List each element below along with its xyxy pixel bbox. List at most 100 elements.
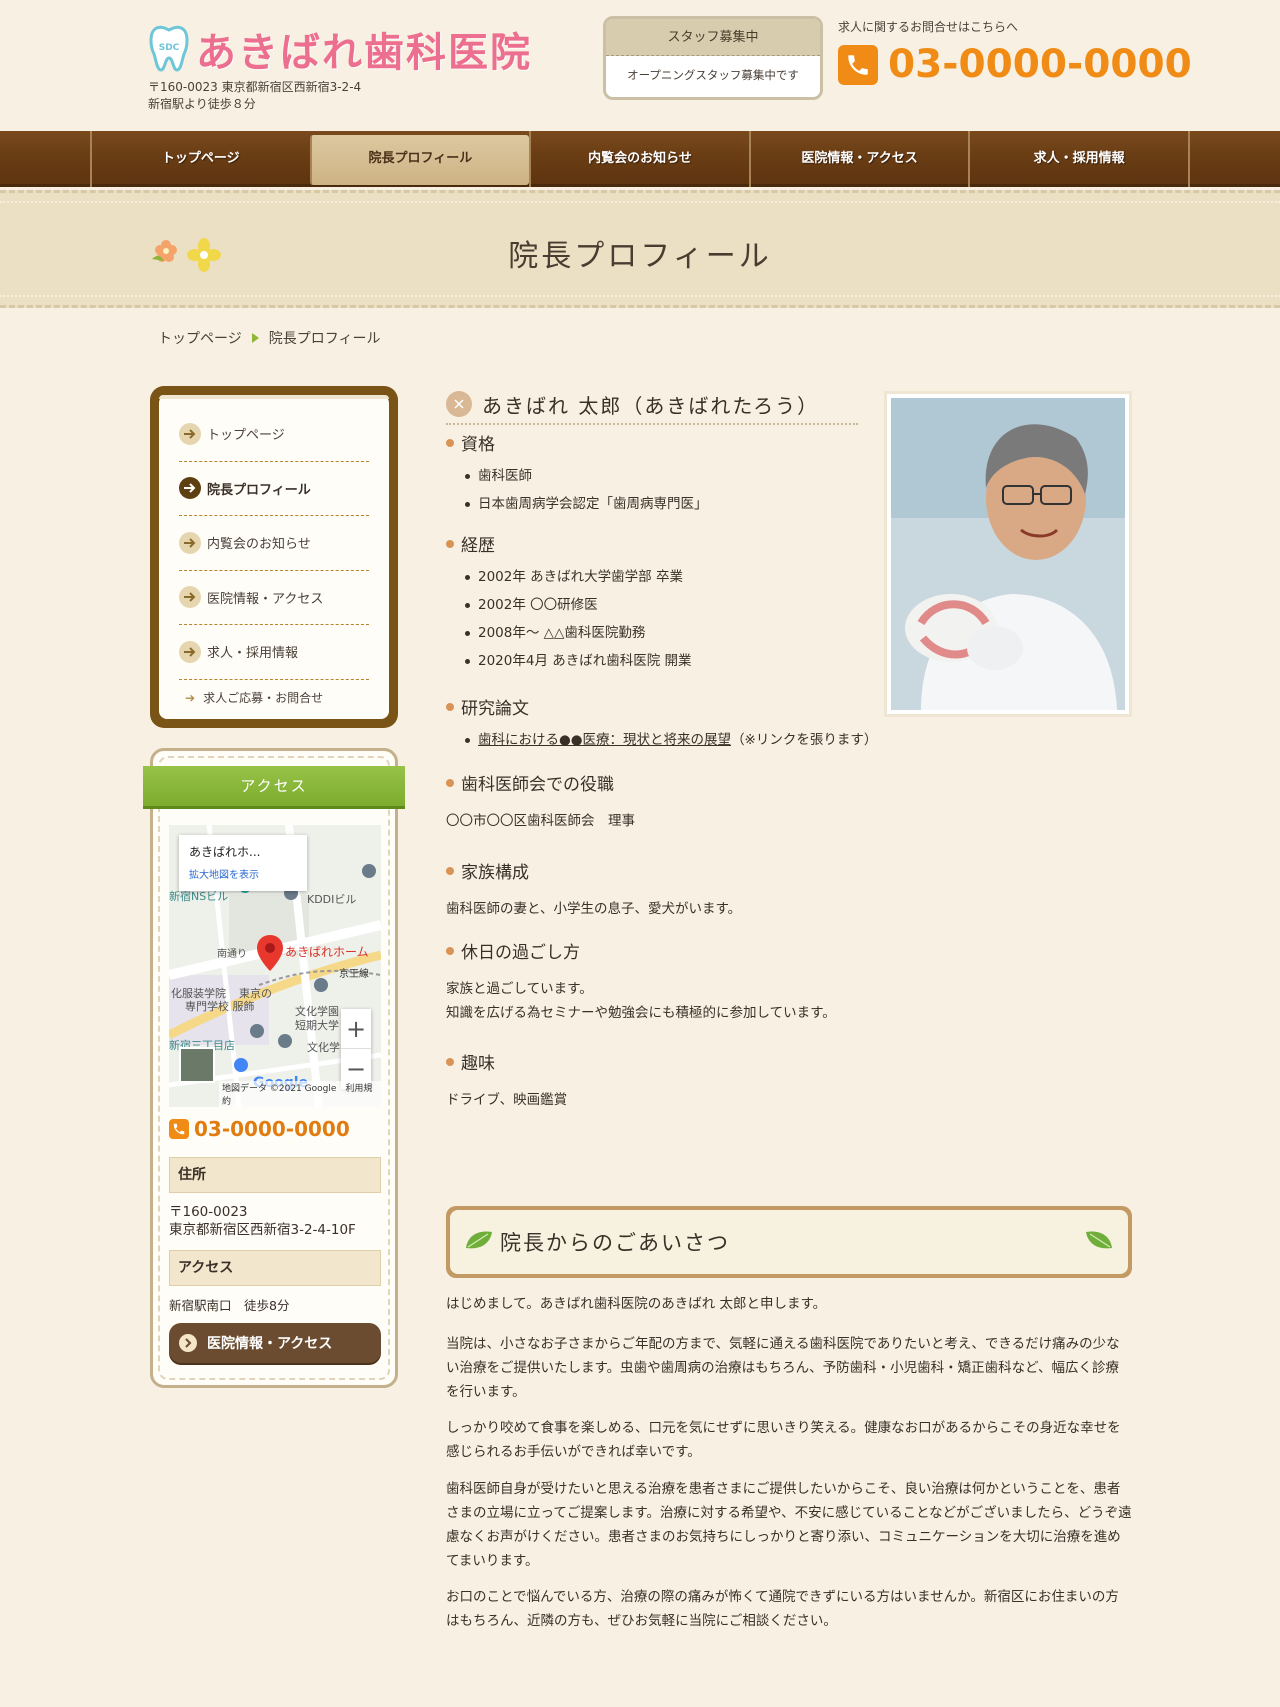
address-line-1: 〒160-0023 東京都新宿区西新宿3-2-4 [148, 80, 362, 94]
list-item: 2020年4月 あきばれ歯科医院 開業 [446, 647, 692, 675]
paper-note: （※リンクを張ります） [731, 732, 878, 748]
small-arrow-icon: ➔ [185, 690, 196, 705]
tooth-logo-icon: SDC [149, 25, 189, 72]
greeting-paragraph: しっかり咬めて食事を楽しめる、口元を気にせずに思いきり笑える。健康なお口があるか… [446, 1420, 1121, 1460]
map-label: 文化学 [307, 1040, 340, 1054]
map-enlarge-link[interactable]: 拡大地図を表示 [189, 866, 297, 881]
bullet-dot-icon [446, 866, 454, 875]
tel-number: 03-0000-0000 [888, 42, 1192, 87]
breadcrumb: トップページ 院長プロフィール [158, 328, 380, 348]
site-header: SDC あきばれ歯科医院 〒160-0023 東京都新宿区西新宿3-2-4 新宿… [0, 0, 1280, 130]
bullet-dot-icon [446, 702, 454, 711]
side-menu-item-profile[interactable]: 院長プロフィール [179, 462, 369, 516]
arrow-right-icon [179, 422, 201, 445]
section-text: 歯科医師の妻と、小学生の息子、愛犬がいます。 [446, 901, 742, 917]
access-tel-number: 03-0000-0000 [194, 1117, 350, 1141]
map-credit[interactable]: 地図データ ©2021 Google 利用規約 [219, 1081, 381, 1107]
arrow-right-icon [179, 586, 201, 609]
clinic-info-access-button[interactable]: 医院情報・アクセス [169, 1323, 381, 1363]
breadcrumb-current: 院長プロフィール [268, 331, 381, 347]
director-name: あきばれ 太郎（あきばれたろう） [482, 393, 820, 418]
phone-icon [838, 44, 878, 85]
nav-item-open-house[interactable]: 内覧会のお知らせ [529, 131, 749, 187]
nav-item-profile[interactable]: 院長プロフィール [309, 135, 530, 185]
section-text: 家族と過ごしています。 知識を広げる為セミナーや勉強会にも積極的に参加しています。 [446, 977, 836, 1025]
side-menu-item-access[interactable]: 医院情報・アクセス [179, 571, 369, 625]
section-career: 経歴 2002年 あきばれ大学歯学部 卒業 2002年 〇〇研修医 2008年～… [446, 531, 692, 675]
google-map[interactable]: 新宿NSビル KDDIビル 南通り 京王線 化服装学院 東京の 専門学校 服飾 … [169, 825, 381, 1107]
side-menu-item-open-house[interactable]: 内覧会のお知らせ [179, 516, 369, 571]
clinic-logo[interactable]: SDC あきばれ歯科医院 [148, 20, 532, 78]
greeting-paragraph: お口のことで悩んでいる方、治療の際の痛みが怖くて通院できずにいる方はいませんか。… [446, 1589, 1119, 1629]
nav-item-top[interactable]: トップページ [90, 131, 310, 187]
staff-recruit-body: オープニングスタッフ募集中です [627, 68, 799, 82]
section-papers: 研究論文 歯科における●●医療：現状と将来の展望（※リンクを張ります） [446, 694, 877, 754]
access-title: アクセス [143, 766, 405, 806]
tooth-circle-icon [446, 391, 472, 417]
page-title-band: 院長プロフィール [0, 190, 1280, 308]
map-label: 南通り [217, 947, 247, 960]
side-menu-label: 内覧会のお知らせ [207, 537, 311, 553]
nav-item-recruit[interactable]: 求人・採用情報 [968, 131, 1190, 187]
access-address: 〒160-0023 東京都新宿区西新宿3-2-4-10F [169, 1203, 356, 1239]
tel-note: 求人に関するお問合せはこちらへ [838, 20, 1019, 34]
access-address-line-1: 〒160-0023 [169, 1204, 248, 1220]
access-tel[interactable]: 03-0000-0000 [169, 1117, 350, 1141]
director-photo [884, 391, 1132, 717]
staff-recruit-box[interactable]: スタッフ募集中 オープニングスタッフ募集中です [603, 16, 823, 100]
section-title: 資格 [461, 435, 495, 455]
arrow-right-icon [179, 640, 201, 663]
staff-recruit-title: スタッフ募集中 [606, 19, 820, 56]
map-popup-title: あきばれホ... [189, 845, 261, 859]
greeting-paragraph: 当院は、小さなお子さまからご年配の方まで、気軽に通える歯科医院でありたいと考え、… [446, 1336, 1120, 1400]
greeting-heading: 院長からのごあいさつ [446, 1206, 1132, 1278]
address-line-2: 新宿駅より徒歩８分 [148, 97, 256, 111]
side-menu-label: 院長プロフィール [207, 482, 311, 498]
nav-item-access[interactable]: 医院情報・アクセス [748, 131, 969, 187]
map-label: KDDIビル [307, 893, 356, 906]
section-qualifications: 資格 歯科医師 日本歯周病学会認定「歯周病専門医」 [446, 430, 708, 518]
breadcrumb-home[interactable]: トップページ [158, 328, 242, 348]
section-family: 家族構成 歯科医師の妻と、小学生の息子、愛犬がいます。 [446, 858, 741, 921]
section-title: 研究論文 [461, 699, 529, 719]
list-item: 2002年 〇〇研修医 [446, 591, 692, 619]
section-title: 休日の過ごし方 [461, 943, 580, 963]
logo-badge-text: SDC [159, 43, 180, 53]
list-item: 2008年～ △△歯科医院勤務 [446, 619, 692, 647]
side-menu-label: 医院情報・アクセス [207, 591, 324, 607]
bullet-dot-icon [446, 1057, 454, 1066]
section-title: 趣味 [461, 1054, 495, 1074]
side-menu-label: 求人・採用情報 [207, 646, 299, 662]
paper-link[interactable]: 歯科における●●医療：現状と将来の展望 [478, 732, 731, 748]
header-tel[interactable]: 03-0000-0000 [838, 42, 1192, 87]
bullet-dot-icon [446, 946, 454, 955]
global-nav: トップページ 院長プロフィール 内覧会のお知らせ 医院情報・アクセス 求人・採用… [0, 131, 1280, 187]
list-item: 歯科における●●医療：現状と将来の展望（※リンクを張ります） [446, 726, 877, 754]
section-text: ドライブ、映画鑑賞 [446, 1092, 568, 1108]
bullet-dot-icon [446, 778, 454, 787]
zoom-in-button[interactable]: + [341, 1009, 371, 1049]
section-role: 歯科医師会での役職 〇〇市〇〇区歯科医師会 理事 [446, 770, 635, 833]
bullet-dot-icon [446, 438, 454, 447]
address-label: 住所 [169, 1157, 381, 1193]
side-menu-item-top[interactable]: トップページ [179, 407, 369, 462]
leaf-icon [466, 1231, 492, 1249]
map-label: 文化学園 [295, 1004, 339, 1018]
section-title: 歯科医師会での役職 [461, 775, 614, 795]
access-label: アクセス [169, 1250, 381, 1286]
leaf-icon [1086, 1231, 1112, 1249]
section-holiday: 休日の過ごし方 家族と過ごしています。 知識を広げる為セミナーや勉強会にも積極的に… [446, 938, 836, 1025]
side-menu-sub-apply[interactable]: ➔ 求人ご応募・お問合せ [179, 680, 369, 716]
map-label: 専門学校 服飾 [185, 999, 255, 1013]
bullet-dot-icon [446, 539, 454, 548]
map-label: 化服装学院 [171, 986, 226, 1000]
section-text: 〇〇市〇〇区歯科医師会 理事 [446, 813, 635, 829]
clinic-name: あきばれ歯科医院 [196, 30, 532, 76]
satellite-toggle[interactable] [179, 1047, 215, 1083]
chevron-right-icon [179, 1334, 197, 1352]
director-portrait-image [891, 398, 1125, 710]
holiday-line-1: 家族と過ごしています。 [446, 981, 593, 997]
side-menu-item-recruit[interactable]: 求人・採用情報 [179, 625, 369, 680]
map-marker-icon[interactable] [257, 935, 283, 971]
map-label: 新宿NSビル [169, 889, 228, 903]
